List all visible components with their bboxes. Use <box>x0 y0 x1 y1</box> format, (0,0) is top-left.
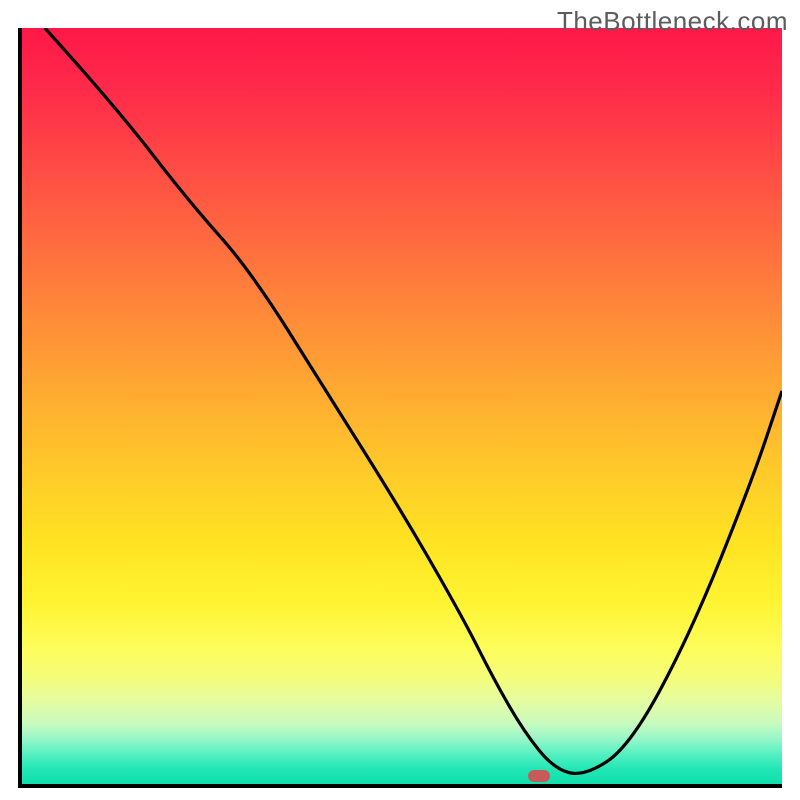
optimum-marker <box>528 770 550 782</box>
line-svg <box>22 28 782 784</box>
curve-path <box>45 28 782 773</box>
watermark-text: TheBottleneck.com <box>557 6 788 37</box>
plot-area <box>18 28 782 788</box>
chart-frame: TheBottleneck.com <box>0 0 800 800</box>
